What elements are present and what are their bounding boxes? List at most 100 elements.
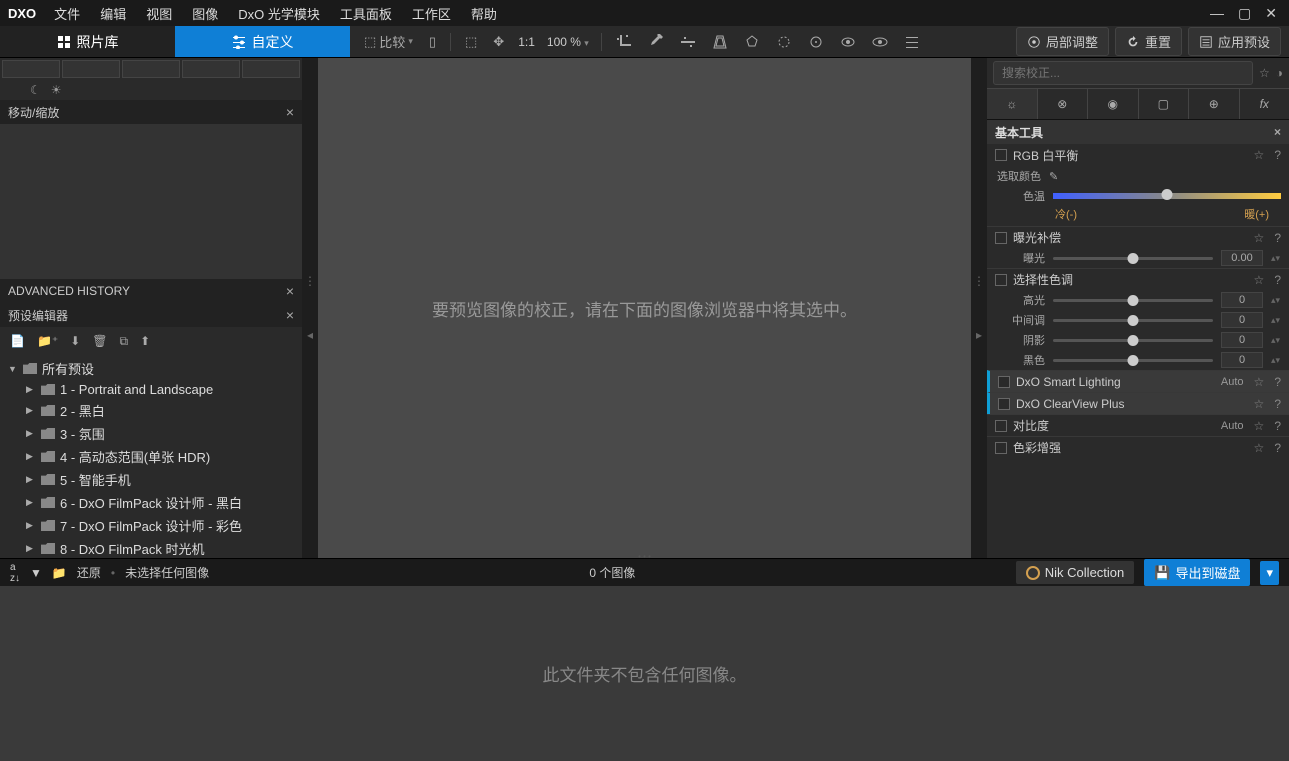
spinner-icon[interactable]: ▴▾	[1271, 335, 1281, 346]
shadows-slider[interactable]	[1053, 339, 1213, 342]
star-icon[interactable]: ☆	[1254, 231, 1265, 245]
checkbox[interactable]	[995, 149, 1007, 161]
highlights-slider[interactable]	[1053, 299, 1213, 302]
reset-button[interactable]: 重置	[1115, 27, 1182, 56]
perspective-icon[interactable]	[706, 30, 734, 54]
crop-icon[interactable]	[610, 30, 638, 54]
move-icon[interactable]: ✥	[487, 30, 510, 54]
spinner-icon[interactable]: ▴▾	[1271, 315, 1281, 326]
checkbox[interactable]	[995, 420, 1007, 432]
moon-icon[interactable]: ☾	[30, 83, 41, 97]
temp-slider[interactable]	[1053, 193, 1281, 199]
star-icon[interactable]: ☆	[1254, 397, 1265, 411]
right-splitter[interactable]: ⋮▸	[971, 58, 987, 558]
redeye-icon[interactable]	[834, 30, 862, 54]
star-icon[interactable]: ☆	[1254, 441, 1265, 455]
sun-icon[interactable]: ☀	[51, 83, 62, 97]
menu-edit[interactable]: 编辑	[90, 4, 136, 23]
mask-icon[interactable]	[770, 30, 798, 54]
tree-folder[interactable]: ▶7 - DxO FilmPack 设计师 - 彩色	[4, 514, 298, 537]
blacks-slider[interactable]	[1053, 359, 1213, 362]
ratio-label[interactable]: 1:1	[514, 35, 539, 49]
folder-icon[interactable]: 📁	[52, 566, 67, 580]
eyedropper-icon[interactable]: ✎	[1049, 170, 1058, 183]
thumb-cell[interactable]	[62, 60, 120, 78]
toggle-icon[interactable]: ◑	[1276, 66, 1283, 80]
tab-customize[interactable]: 自定义	[175, 26, 350, 57]
menu-workspace[interactable]: 工作区	[402, 4, 461, 23]
thumb-cell[interactable]	[2, 60, 60, 78]
selective-header[interactable]: 选择性色调 ☆ ?	[987, 268, 1289, 290]
tree-folder[interactable]: ▶4 - 高动态范围(单张 HDR)	[4, 445, 298, 468]
help-icon[interactable]: ?	[1270, 375, 1281, 389]
menu-file[interactable]: 文件	[44, 4, 90, 23]
left-splitter[interactable]: ⋮◂	[302, 58, 318, 558]
help-icon[interactable]: ?	[1270, 397, 1281, 411]
tree-folder[interactable]: ▶6 - DxO FilmPack 设计师 - 黑白	[4, 491, 298, 514]
tree-folder[interactable]: ▶1 - Portrait and Landscape	[4, 380, 298, 399]
smart-lighting-row[interactable]: DxO Smart Lighting Auto ☆ ?	[987, 370, 1289, 392]
spinner-icon[interactable]: ▴▾	[1271, 355, 1281, 366]
tree-folder[interactable]: ▶2 - 黑白	[4, 399, 298, 422]
menu-help[interactable]: 帮助	[461, 4, 507, 23]
search-input[interactable]	[993, 61, 1253, 85]
color-tab-icon[interactable]: ⊗	[1038, 89, 1089, 119]
tree-root[interactable]: ▼所有预设	[4, 357, 298, 380]
geometry-tab-icon[interactable]: ▢	[1139, 89, 1190, 119]
star-icon[interactable]: ☆	[1259, 66, 1270, 80]
detail-tab-icon[interactable]: ◉	[1088, 89, 1139, 119]
checkbox[interactable]	[995, 232, 1007, 244]
spinner-icon[interactable]: ▴▾	[1271, 295, 1281, 306]
maximize-icon[interactable]: ▢	[1238, 5, 1251, 22]
tree-folder[interactable]: ▶5 - 智能手机	[4, 468, 298, 491]
exposure-value[interactable]: 0.00	[1221, 250, 1263, 266]
tree-folder[interactable]: ▶3 - 氛围	[4, 422, 298, 445]
eyedropper-icon[interactable]	[642, 30, 670, 54]
close-icon[interactable]: ×	[1274, 125, 1281, 139]
local-tab-icon[interactable]: ⊕	[1189, 89, 1240, 119]
midtones-slider[interactable]	[1053, 319, 1213, 322]
tab-library[interactable]: 照片库	[0, 26, 175, 57]
menu-panels[interactable]: 工具面板	[330, 4, 402, 23]
checkbox[interactable]	[995, 274, 1007, 286]
star-icon[interactable]: ☆	[1254, 273, 1265, 287]
zoom-value[interactable]: 100 % ▾	[543, 35, 593, 49]
help-icon[interactable]: ?	[1270, 231, 1281, 245]
clearview-row[interactable]: DxO ClearView Plus ☆ ?	[987, 392, 1289, 414]
new-folder-icon[interactable]: 📁⁺	[37, 334, 58, 348]
star-icon[interactable]: ☆	[1254, 419, 1265, 433]
sort-icon[interactable]: az↓	[10, 562, 20, 584]
adjust-icon[interactable]	[898, 30, 926, 54]
export-button[interactable]: 💾导出到磁盘	[1144, 559, 1250, 586]
menu-view[interactable]: 视图	[136, 4, 182, 23]
thumb-cell[interactable]	[182, 60, 240, 78]
checkbox[interactable]	[998, 376, 1010, 388]
export-icon[interactable]: ⬇	[70, 334, 80, 348]
help-icon[interactable]: ?	[1270, 273, 1281, 287]
close-icon[interactable]: ✕	[1265, 5, 1277, 22]
import-icon[interactable]: ⬆	[140, 334, 150, 348]
exposure-slider[interactable]	[1053, 257, 1213, 260]
wb-row[interactable]: RGB 白平衡 ☆ ?	[987, 144, 1289, 166]
new-preset-icon[interactable]: 📄	[10, 334, 25, 348]
minimize-icon[interactable]: —	[1210, 5, 1224, 22]
retouch-icon[interactable]	[802, 30, 830, 54]
star-icon[interactable]: ☆	[1254, 148, 1265, 162]
color-enhance-row[interactable]: 色彩增强 ☆ ?	[987, 436, 1289, 458]
thumb-cell[interactable]	[242, 60, 300, 78]
checkbox[interactable]	[995, 442, 1007, 454]
restore-label[interactable]: 还原	[77, 564, 101, 581]
help-icon[interactable]: ?	[1270, 419, 1281, 433]
filter-icon[interactable]: ▼	[30, 566, 42, 580]
thumb-cell[interactable]	[122, 60, 180, 78]
contrast-row[interactable]: 对比度 Auto ☆ ?	[987, 414, 1289, 436]
single-view-icon[interactable]: ▯	[423, 30, 442, 54]
close-icon[interactable]: ×	[286, 283, 294, 299]
close-icon[interactable]: ×	[286, 104, 294, 120]
help-icon[interactable]: ?	[1270, 441, 1281, 455]
exposure-header[interactable]: 曝光补偿 ☆ ?	[987, 226, 1289, 248]
apply-preset-button[interactable]: 应用预设	[1188, 27, 1281, 56]
eye-icon[interactable]	[866, 30, 894, 54]
checkbox[interactable]	[998, 398, 1010, 410]
delete-icon[interactable]: 🗑	[92, 334, 107, 348]
